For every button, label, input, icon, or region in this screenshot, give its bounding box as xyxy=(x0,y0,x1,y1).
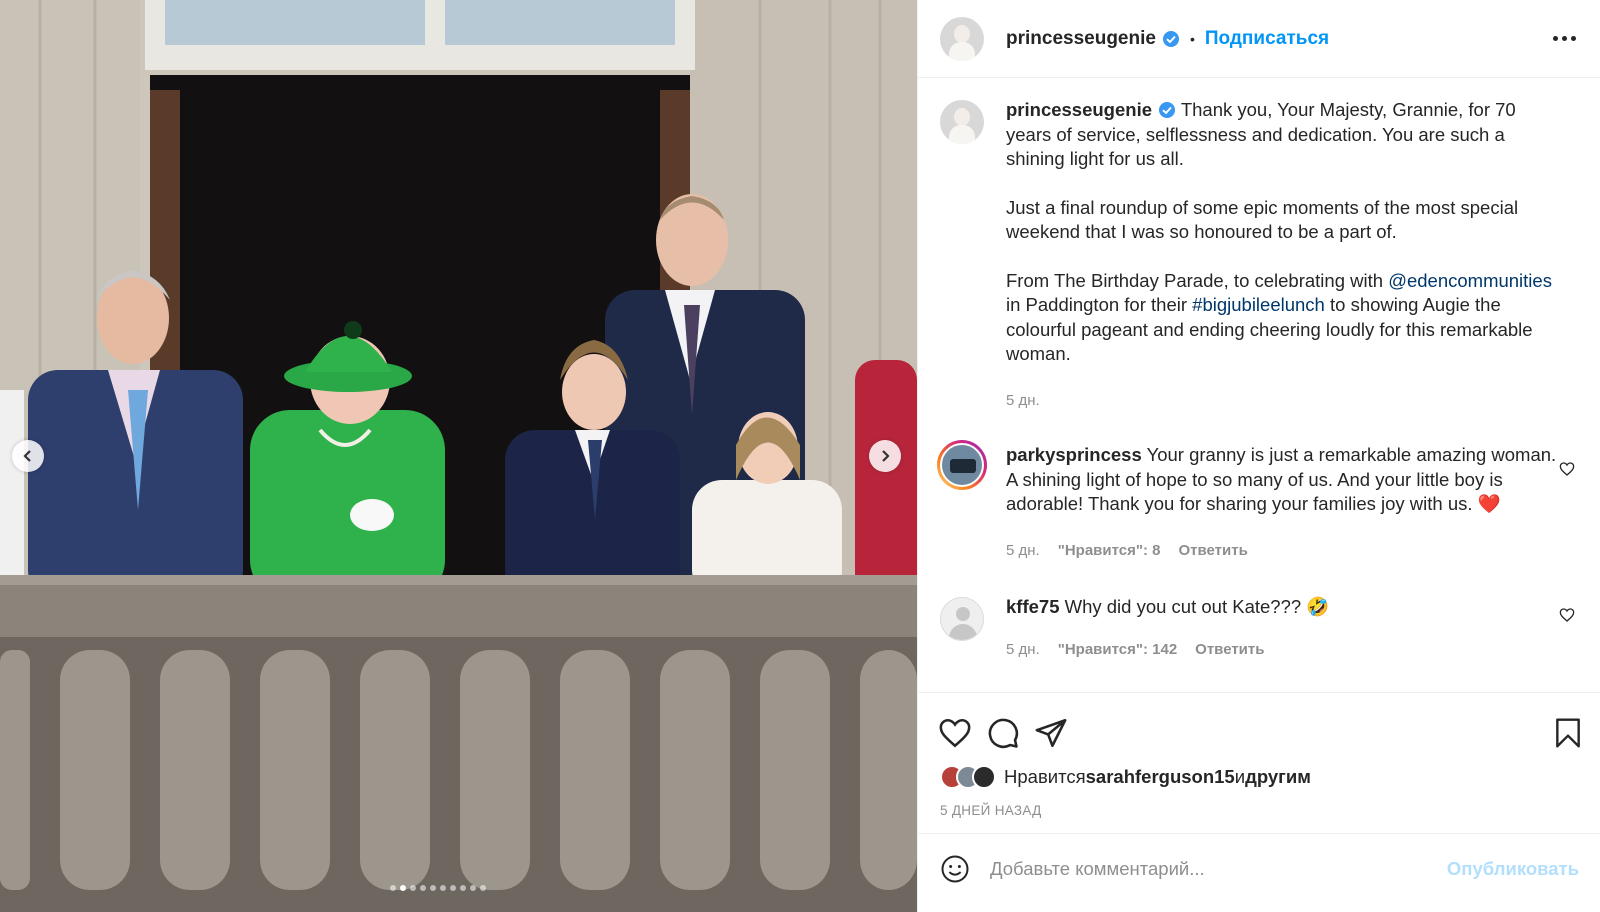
bookmark-icon xyxy=(1556,718,1580,748)
carousel-dot xyxy=(460,885,466,891)
carousel-dot xyxy=(450,885,456,891)
comment-meta: 5 дн. "Нравится": 8 Ответить xyxy=(1006,539,1561,564)
follow-button[interactable]: Подписаться xyxy=(1205,28,1329,50)
heart-icon[interactable] xyxy=(1559,607,1575,623)
carousel-dot xyxy=(390,885,396,891)
commenter-avatar[interactable] xyxy=(940,597,984,641)
comment-item: kffe75 Why did you cut out Kate??? 🤣 5 д… xyxy=(940,595,1579,662)
comment-text: Why did you cut out Kate??? 🤣 xyxy=(1064,596,1330,617)
post-actions: Нравится sarahferguson15 и другим 5 ДНЕЙ… xyxy=(918,692,1600,912)
comment-item: parkysprincess Your granny is just a rem… xyxy=(937,440,1579,564)
likes-others[interactable]: другим xyxy=(1245,766,1311,788)
reply-button[interactable]: Ответить xyxy=(1178,539,1247,564)
carousel-next-button[interactable] xyxy=(869,440,901,472)
liker-username[interactable]: sarahferguson15 xyxy=(1086,766,1235,788)
comment-meta: 5 дн. "Нравится": 142 Ответить xyxy=(1006,638,1561,663)
post-header: princesseugenie • Подписаться xyxy=(918,0,1600,78)
carousel-prev-button[interactable] xyxy=(12,440,44,472)
caption: princesseugenie Thank you, Your Majesty,… xyxy=(940,98,1579,413)
comment-button[interactable] xyxy=(986,716,1020,750)
comment-time[interactable]: 5 дн. xyxy=(1006,539,1040,564)
post-date[interactable]: 5 ДНЕЙ НАЗАД xyxy=(918,793,1600,829)
emoji-icon[interactable] xyxy=(940,854,970,884)
commenter-avatar[interactable] xyxy=(937,440,987,490)
author-avatar[interactable] xyxy=(940,16,984,61)
carousel-dot xyxy=(440,885,446,891)
carousel-dot xyxy=(430,885,436,891)
save-button[interactable] xyxy=(1553,717,1583,749)
caption-time[interactable]: 5 дн. xyxy=(1006,389,1040,414)
comment-username[interactable]: parkysprincess xyxy=(1006,444,1142,465)
more-icon[interactable] xyxy=(1553,36,1578,41)
heart-icon[interactable] xyxy=(1559,461,1575,477)
carousel-dot xyxy=(400,885,406,891)
carousel-indicator xyxy=(390,885,486,891)
comments-list[interactable]: princesseugenie Thank you, Your Majesty,… xyxy=(918,78,1600,692)
comment-input[interactable]: Добавьте комментарий... xyxy=(990,858,1447,880)
heart-icon xyxy=(939,718,971,748)
caption-text-2: Just a final roundup of some epic moment… xyxy=(1006,196,1519,243)
carousel-dot xyxy=(480,885,486,891)
verified-badge-icon xyxy=(1162,30,1179,47)
balcony-photo-illustration xyxy=(0,0,917,912)
verified-badge-icon xyxy=(1159,102,1176,118)
chevron-left-icon xyxy=(23,450,31,462)
post-sidebar: princesseugenie • Подписаться princesseu… xyxy=(917,0,1600,912)
likes-and: и xyxy=(1234,766,1246,787)
mention-link[interactable]: @edencommunities xyxy=(1388,270,1552,291)
like-button[interactable] xyxy=(938,716,972,750)
carousel-dot xyxy=(410,885,416,891)
comment-likes[interactable]: "Нравится": 142 xyxy=(1058,638,1177,663)
likers-avatars[interactable] xyxy=(940,765,996,789)
reply-button[interactable]: Ответить xyxy=(1195,638,1264,663)
publish-button[interactable]: Опубликовать xyxy=(1447,858,1579,880)
chevron-right-icon xyxy=(882,450,890,462)
caption-avatar[interactable] xyxy=(940,100,984,144)
caption-meta: 5 дн. xyxy=(1006,389,1561,414)
likes-prefix: Нравится xyxy=(1004,766,1086,787)
hashtag-link[interactable]: #bigjubileelunch xyxy=(1192,294,1325,315)
separator-dot: • xyxy=(1189,30,1195,47)
carousel-dot xyxy=(470,885,476,891)
share-icon xyxy=(1035,718,1067,748)
likes-summary: Нравится sarahferguson15 и другим xyxy=(918,761,1600,793)
carousel-dot xyxy=(420,885,426,891)
comment-icon xyxy=(988,718,1019,749)
author-username[interactable]: princesseugenie xyxy=(1006,28,1156,50)
caption-text-3: From The Birthday Parade, to celebrating… xyxy=(1006,269,1552,365)
comment-likes[interactable]: "Нравится": 8 xyxy=(1058,539,1161,564)
comment-username[interactable]: kffe75 xyxy=(1006,596,1059,617)
caption-username[interactable]: princesseugenie xyxy=(1006,99,1152,120)
post-photo[interactable] xyxy=(0,0,917,912)
add-comment-bar: Добавьте комментарий... Опубликовать xyxy=(918,833,1600,903)
share-button[interactable] xyxy=(1034,716,1068,750)
comment-time[interactable]: 5 дн. xyxy=(1006,638,1040,663)
